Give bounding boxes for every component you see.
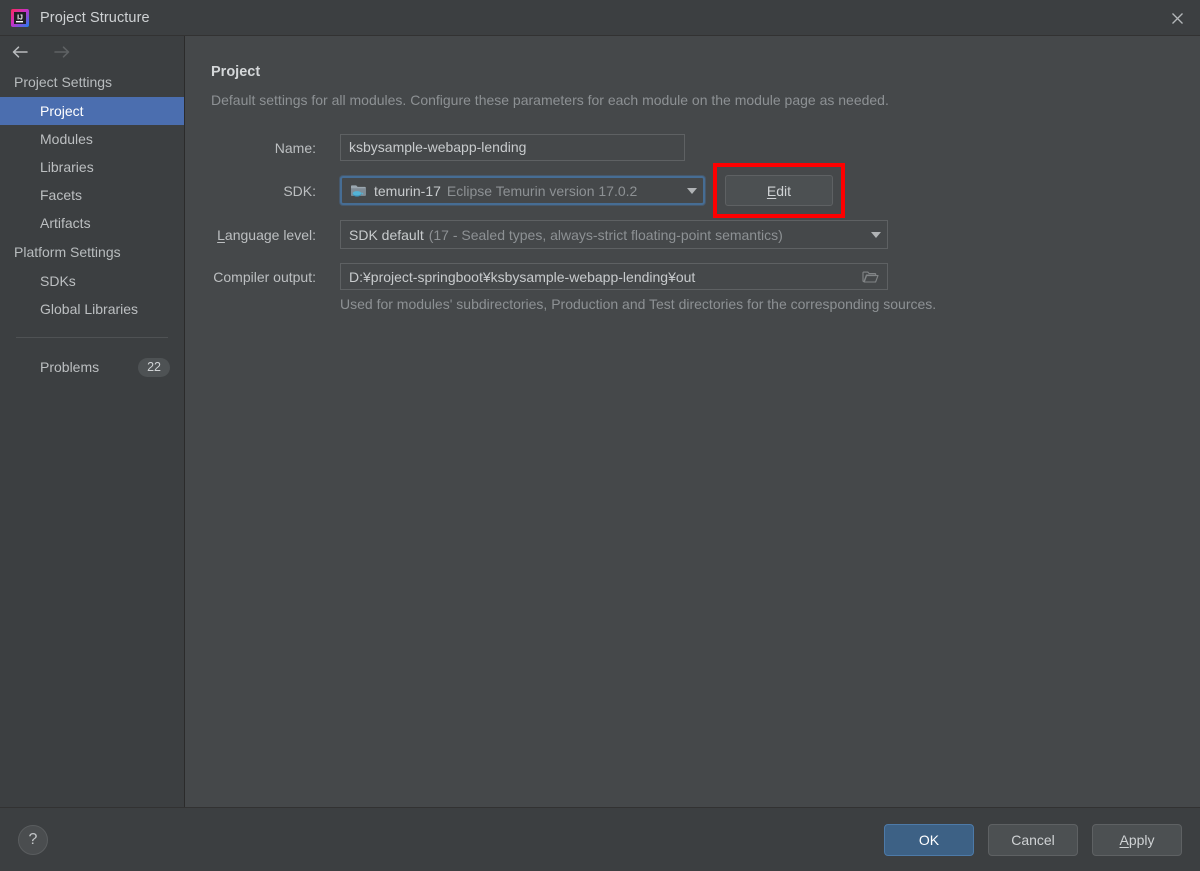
name-row: Name: ksbysample-webapp-lending [211,134,1200,161]
close-icon[interactable] [1154,0,1200,36]
compiler-output-label: Compiler output: [213,268,316,285]
dialog-footer: ? OK Cancel Apply [0,807,1200,871]
sidebar-item-facets[interactable]: Facets [0,181,184,209]
sdk-version-value: Eclipse Temurin version 17.0.2 [446,182,638,199]
project-structure-dialog: IJ Project Structure Project Settings Pr… [0,0,1200,871]
edit-button-label-rest: dit [776,182,792,199]
language-level-row: Language level: SDK default (17 - Sealed… [211,220,1200,249]
compiler-output-row: Compiler output: D:¥project-springboot¥k… [211,263,1200,290]
nav-arrows [0,36,184,67]
folder-open-icon[interactable] [858,270,883,284]
edit-button-wrapper: Edit [713,163,845,218]
sidebar-group-platform-settings: Platform Settings [14,244,121,260]
edit-button-mnemonic: E [766,182,777,199]
sidebar-item-sdks[interactable]: SDKs [0,267,184,295]
edit-button[interactable]: Edit [725,175,833,206]
sidebar-item-artifacts[interactable]: Artifacts [0,209,184,237]
dialog-body: Project Settings Project Modules Librari… [0,36,1200,807]
help-question-icon[interactable]: ? [18,824,48,855]
problems-label: Problems [40,359,100,375]
chevron-down-icon [861,231,881,238]
project-name-input[interactable]: ksbysample-webapp-lending [340,134,685,161]
back-arrow-icon[interactable] [11,44,31,60]
settings-sidebar: Project Settings Project Modules Librari… [0,36,185,807]
name-label: Name: [274,139,316,156]
sidebar-group-project-settings: Project Settings [14,74,113,90]
page-title: Project [211,64,261,80]
sidebar-divider [16,337,168,338]
footer-buttons: OK Cancel Apply [884,823,1182,856]
apply-button[interactable]: Apply [1092,823,1182,856]
sidebar-item-libraries[interactable]: Libraries [0,153,184,181]
compiler-output-value: D:¥project-springboot¥ksbysample-webapp-… [349,268,696,285]
forward-arrow-icon [51,44,71,60]
window-title: Project Structure [40,9,150,26]
page-description: Default settings for all modules. Config… [211,92,889,108]
compiler-output-hint: Used for modules' subdirectories, Produc… [340,296,937,312]
compiler-output-input[interactable]: D:¥project-springboot¥ksbysample-webapp-… [340,263,888,290]
title-bar: IJ Project Structure [0,0,1200,36]
sidebar-item-modules[interactable]: Modules [0,125,184,153]
settings-content-panel: Project Default settings for all modules… [185,36,1200,807]
chevron-down-icon [677,187,697,194]
java-sdk-folder-icon [350,183,367,198]
sdk-name-value: temurin-17 [374,182,441,199]
sdk-dropdown[interactable]: temurin-17 Eclipse Temurin version 17.0.… [340,176,705,205]
cancel-button[interactable]: Cancel [988,823,1078,856]
language-level-label: Language level: [217,226,316,243]
language-level-value: SDK default [349,226,424,243]
language-level-dropdown[interactable]: SDK default (17 - Sealed types, always-s… [340,220,888,249]
sdk-label: SDK: [283,182,316,199]
intellij-idea-icon: IJ [10,8,30,28]
ok-button[interactable]: OK [884,823,974,856]
sidebar-item-global-libraries[interactable]: Global Libraries [0,295,184,323]
sidebar-item-project[interactable]: Project [0,97,184,125]
svg-text:IJ: IJ [17,14,23,21]
problems-count-badge: 22 [138,357,170,377]
language-level-detail: (17 - Sealed types, always-strict floati… [428,226,783,243]
sidebar-item-problems[interactable]: Problems 22 [0,352,184,382]
sdk-row: SDK: temurin-17 Eclipse Temurin version … [211,163,1200,218]
